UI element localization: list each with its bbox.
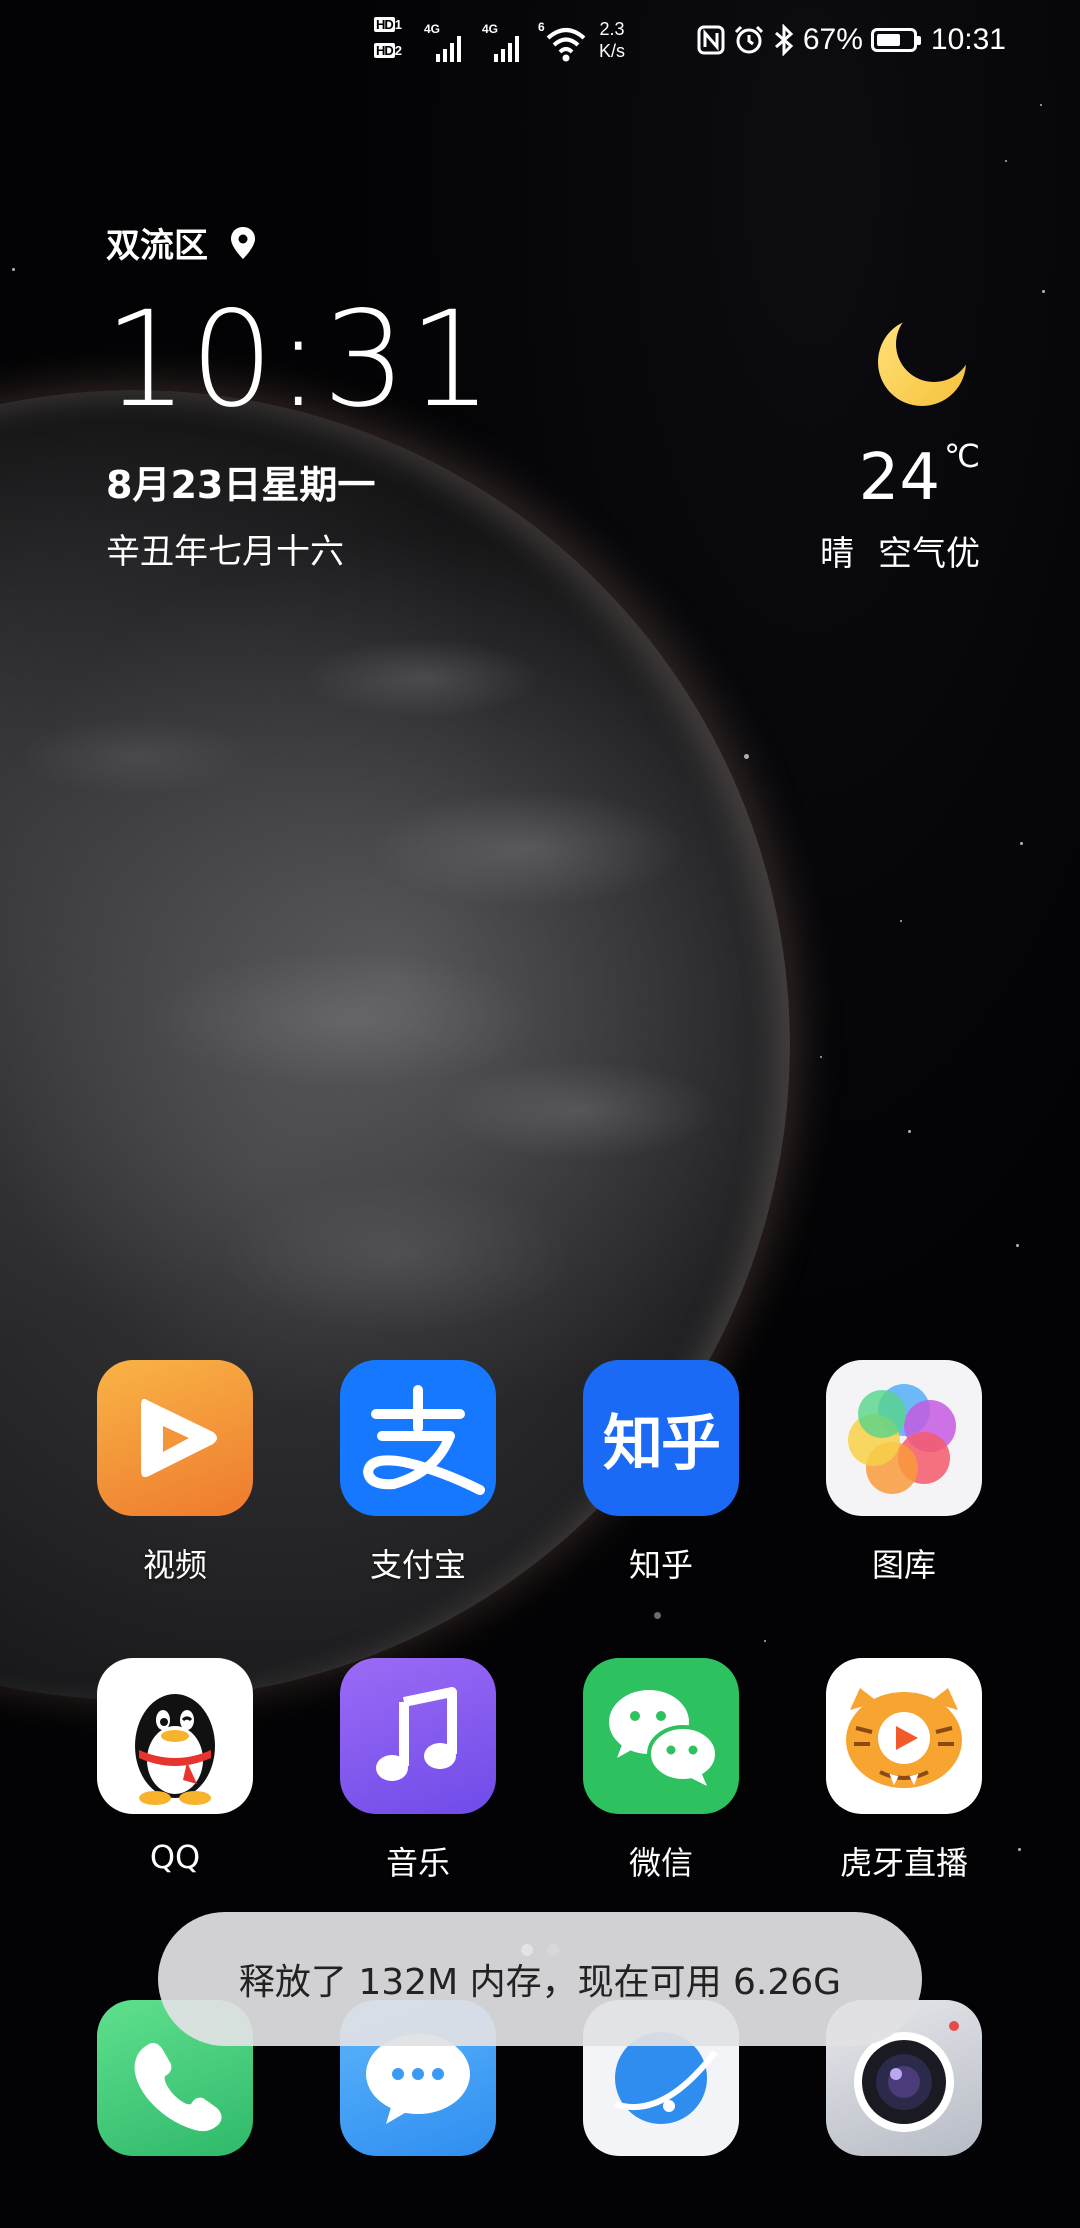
star — [1005, 160, 1007, 162]
star — [12, 268, 15, 271]
music-note-icon — [340, 1658, 496, 1814]
app-gallery[interactable]: 图库 — [794, 1360, 1014, 1586]
app-label: 支付宝 — [369, 1546, 466, 1584]
huya-tiger-icon — [826, 1658, 982, 1814]
app-huya[interactable]: 虎牙直播 — [794, 1658, 1014, 1884]
temperature-unit: ℃ — [944, 437, 980, 475]
memory-cleanup-toast: 释放了 132M 内存，现在可用 6.26G — [158, 1912, 922, 2046]
lunar-date: 辛丑年七月十六 — [106, 532, 344, 572]
weather-condition: 晴 — [820, 534, 854, 574]
air-quality: 空气优 — [878, 534, 980, 574]
zhihu-glyph: 知乎 — [603, 1408, 721, 1479]
star — [1016, 1244, 1019, 1247]
star — [820, 1056, 822, 1058]
star — [908, 1130, 911, 1133]
clock-time[interactable]: 10:31 — [104, 290, 494, 430]
battery-percent: 67% — [802, 23, 863, 56]
app-alipay[interactable]: 支付宝 — [308, 1360, 528, 1586]
app-wechat[interactable]: 微信 — [551, 1658, 771, 1884]
toast-text: 释放了 132M 内存，现在可用 6.26G — [238, 1962, 842, 2003]
weather-description: 晴 空气优 — [820, 526, 980, 575]
star — [1018, 1848, 1021, 1851]
alarm-icon — [734, 25, 763, 54]
network-speed: 2.3 K/s — [592, 18, 632, 62]
gallery-flower-icon — [826, 1360, 982, 1516]
weather-temperature[interactable]: 24 ℃ — [859, 436, 980, 520]
app-label: 图库 — [871, 1546, 936, 1584]
zhihu-icon: 知乎 — [583, 1360, 739, 1516]
video-play-icon — [97, 1360, 253, 1516]
alipay-icon — [340, 1360, 496, 1516]
star — [744, 754, 749, 759]
clock-widget-location[interactable]: 双流区 — [106, 218, 256, 267]
location-pin-icon — [231, 226, 255, 259]
nfc-icon — [697, 25, 725, 55]
hd-sim-number: 2 — [394, 43, 402, 58]
hd-label: HD — [374, 17, 395, 32]
app-qq[interactable]: QQ — [65, 1658, 285, 1876]
battery-icon — [870, 28, 921, 52]
clock-date: 8月23日星期一 — [106, 463, 376, 507]
app-label: 微信 — [628, 1844, 693, 1882]
network-type-label: 4G — [482, 22, 499, 36]
status-right-group: 67% 10:31 — [697, 18, 1006, 62]
wechat-icon — [583, 1658, 739, 1814]
app-label: 虎牙直播 — [839, 1844, 968, 1882]
status-bar[interactable]: HD 1 HD 2 4G 4G 6 2.3 K/s 67% 10:31 — [0, 0, 1080, 80]
star — [1040, 104, 1042, 106]
star — [1042, 290, 1045, 293]
network-speed-value: 2.3 — [599, 19, 625, 39]
hd-icon: HD 1 HD 2 — [374, 16, 418, 66]
app-zhihu[interactable]: 知乎 知乎 — [551, 1360, 771, 1586]
qq-penguin-icon — [97, 1658, 253, 1814]
network-speed-unit: K/s — [598, 41, 625, 61]
bluetooth-icon — [774, 24, 794, 56]
temperature-value: 24 — [858, 441, 941, 515]
app-video[interactable]: 视频 — [65, 1360, 285, 1586]
star — [654, 1612, 661, 1619]
battery-level — [876, 34, 900, 46]
hd-label: HD — [374, 43, 395, 58]
app-music[interactable]: 音乐 — [308, 1658, 528, 1884]
home-screen: HD 1 HD 2 4G 4G 6 2.3 K/s 67% 10:31 双流区 … — [0, 0, 1080, 2228]
network-type-label: 4G — [424, 22, 441, 36]
app-label: 知乎 — [628, 1546, 693, 1584]
crescent-moon-icon[interactable] — [872, 310, 972, 410]
star — [1020, 842, 1023, 845]
hd-sim-number: 1 — [394, 17, 402, 32]
app-label: QQ — [149, 1838, 201, 1876]
app-label: 音乐 — [385, 1844, 450, 1882]
star — [900, 920, 902, 922]
star — [764, 1640, 766, 1642]
status-time: 10:31 — [930, 23, 1006, 56]
location-label: 双流区 — [106, 226, 208, 266]
app-label: 视频 — [142, 1546, 207, 1584]
